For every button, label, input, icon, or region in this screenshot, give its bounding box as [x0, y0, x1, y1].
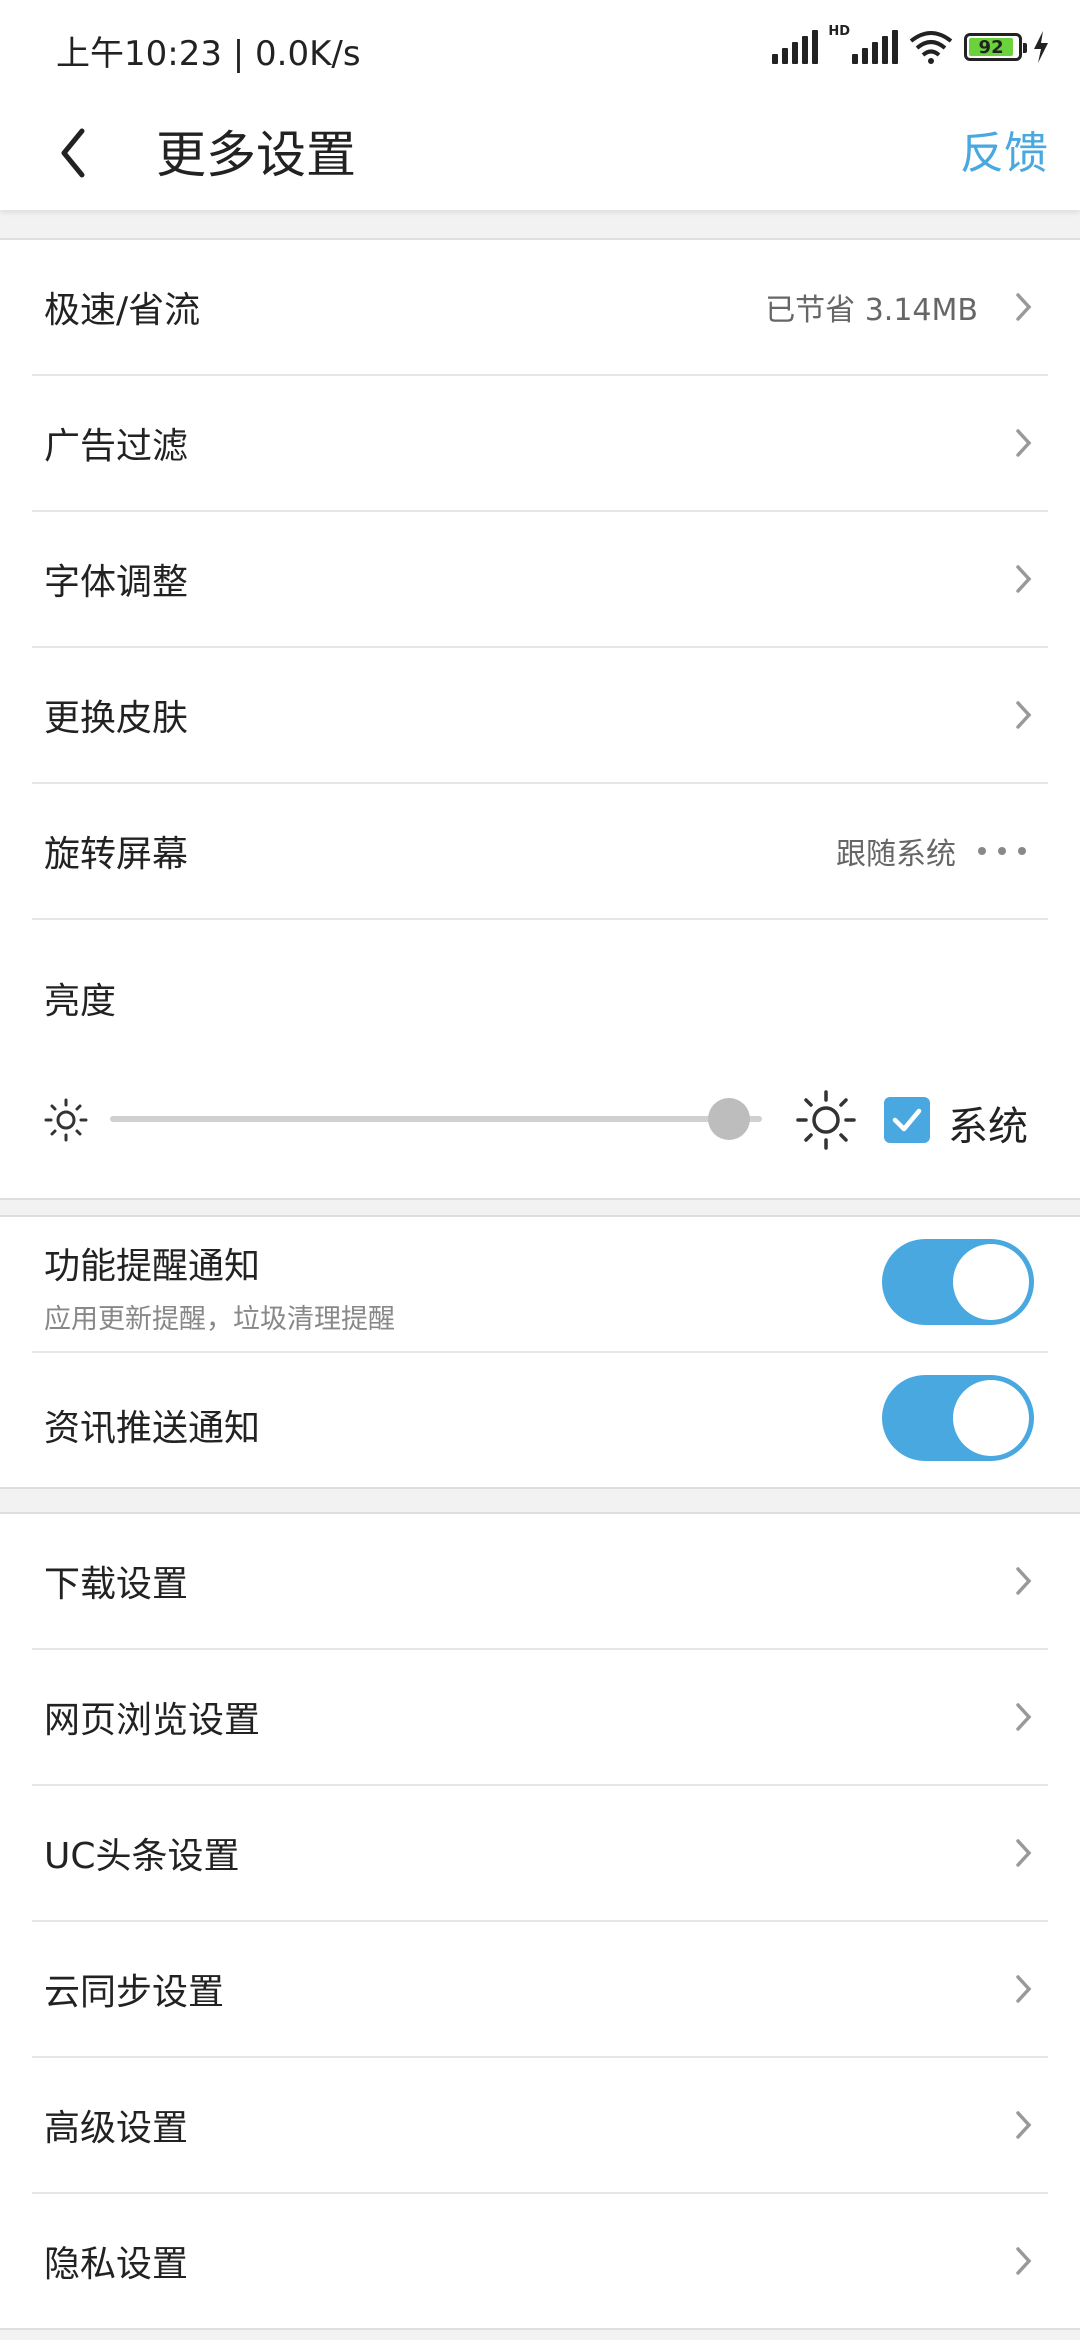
rotate-screen-label: 旋转屏幕 — [44, 834, 189, 875]
chevron-right-icon — [1016, 1975, 1032, 2003]
status-time: 上午10:23 | 0.0K/s — [56, 34, 361, 74]
news-notify-row: 资讯推送通知 — [32, 1353, 1048, 1487]
chevron-right-icon — [1016, 429, 1032, 457]
title-bar: 更多设置 反馈 — [0, 95, 1080, 210]
battery-level: 92 — [969, 37, 1014, 58]
speed-mode-label: 极速/省流 — [44, 290, 201, 331]
font-size-row[interactable]: 字体调整 — [32, 512, 1048, 648]
privacy-settings-row[interactable]: 隐私设置 — [32, 2194, 1048, 2328]
brightness-row: 亮度 系统 — [32, 920, 1048, 1198]
charging-icon — [1034, 31, 1048, 63]
wifi-icon — [909, 31, 953, 64]
feature-notify-label: 功能提醒通知 — [44, 1246, 261, 1287]
feature-notify-toggle[interactable] — [882, 1239, 1034, 1325]
status-icons: HD 92 — [772, 23, 1050, 69]
browsing-settings-label: 网页浏览设置 — [44, 1700, 261, 1741]
chevron-right-icon — [1016, 701, 1032, 729]
skin-label: 更换皮肤 — [44, 698, 189, 739]
advanced-settings-label: 高级设置 — [44, 2108, 189, 2149]
chevron-right-icon — [1016, 2247, 1032, 2275]
chevron-right-icon — [1016, 1567, 1032, 1595]
chevron-right-icon — [1016, 293, 1032, 321]
rotate-screen-row[interactable]: 旋转屏幕 跟随系统 — [32, 784, 1048, 920]
more-settings-section: 下载设置 网页浏览设置 UC头条设置 云同步设置 高级设置 隐私设置 — [0, 1512, 1080, 2330]
brightness-slider[interactable] — [110, 1098, 762, 1140]
toggle-knob — [953, 1244, 1029, 1320]
ad-filter-row[interactable]: 广告过滤 — [32, 376, 1048, 512]
system-brightness-checkbox[interactable] — [884, 1097, 930, 1143]
brightness-low-icon — [44, 1098, 88, 1142]
news-notify-label: 资讯推送通知 — [44, 1408, 261, 1449]
toggle-knob — [953, 1380, 1029, 1456]
advanced-settings-row[interactable]: 高级设置 — [32, 2058, 1048, 2194]
privacy-settings-label: 隐私设置 — [44, 2244, 189, 2285]
feature-notify-row: 功能提醒通知 应用更新提醒，垃圾清理提醒 — [32, 1217, 1048, 1353]
hd-badge: HD — [828, 23, 850, 39]
chevron-right-icon — [1016, 1839, 1032, 1867]
signal-icon-2 — [852, 30, 898, 64]
brightness-slider-thumb[interactable] — [708, 1098, 751, 1140]
font-size-label: 字体调整 — [44, 562, 189, 603]
page-title: 更多设置 — [156, 126, 356, 184]
speed-mode-value: 已节省 3.14MB — [765, 293, 978, 328]
cloud-sync-settings-row[interactable]: 云同步设置 — [32, 1922, 1048, 2058]
download-settings-label: 下载设置 — [44, 1564, 189, 1605]
ad-filter-label: 广告过滤 — [44, 426, 189, 467]
notification-section: 功能提醒通知 应用更新提醒，垃圾清理提醒 资讯推送通知 — [0, 1215, 1080, 1489]
rotate-screen-value: 跟随系统 — [836, 837, 956, 872]
browsing-settings-row[interactable]: 网页浏览设置 — [32, 1650, 1048, 1786]
battery-icon: 92 — [964, 33, 1027, 61]
signal-icon — [772, 30, 819, 64]
brightness-label: 亮度 — [44, 981, 117, 1022]
back-arrow-icon[interactable] — [52, 119, 112, 187]
general-settings-section: 极速/省流 已节省 3.14MB 广告过滤 字体调整 更换皮肤 旋转屏幕 跟随系… — [0, 238, 1080, 1200]
speed-mode-row[interactable]: 极速/省流 已节省 3.14MB — [32, 240, 1048, 376]
system-brightness-label: 系统 — [948, 1104, 1028, 1150]
download-settings-row[interactable]: 下载设置 — [32, 1514, 1048, 1650]
checkmark-icon — [892, 1108, 922, 1132]
brightness-high-icon — [796, 1090, 856, 1150]
chevron-right-icon — [1016, 1703, 1032, 1731]
more-dots-icon — [978, 847, 1026, 855]
uc-news-settings-row[interactable]: UC头条设置 — [32, 1786, 1048, 1922]
news-notify-toggle[interactable] — [882, 1375, 1034, 1461]
chevron-right-icon — [1016, 2111, 1032, 2139]
feedback-button[interactable]: 反馈 — [960, 117, 1048, 181]
feature-notify-subtitle: 应用更新提醒，垃圾清理提醒 — [44, 1304, 395, 1335]
chevron-right-icon — [1016, 565, 1032, 593]
cloud-sync-settings-label: 云同步设置 — [44, 1972, 225, 2013]
uc-news-settings-label: UC头条设置 — [44, 1836, 240, 1877]
skin-row[interactable]: 更换皮肤 — [32, 648, 1048, 784]
status-bar: 上午10:23 | 0.0K/s HD 92 — [0, 0, 1080, 95]
